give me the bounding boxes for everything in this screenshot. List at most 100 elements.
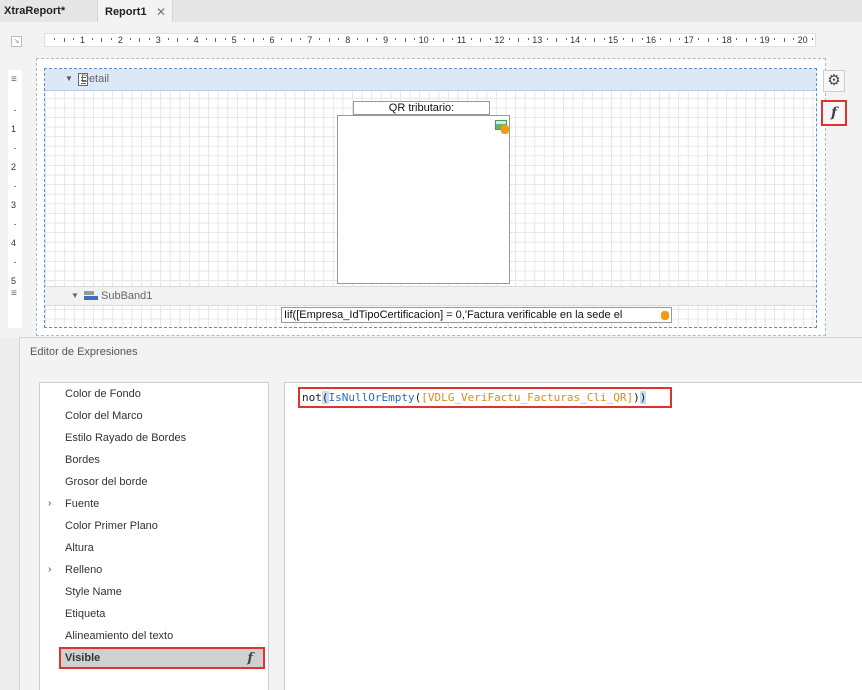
property-label: Grosor del borde [65,476,148,488]
ruler-tick [527,38,529,40]
ruler-tick [73,38,75,40]
code-field: [VDLG_VeriFactu_Facturas_Cli_QR] [421,391,634,404]
ruler-tick [14,110,16,111]
ruler-number: 7 [307,35,313,45]
chevron-right-icon[interactable]: › [48,493,51,515]
ruler-tick [404,38,406,42]
property-item-style-name[interactable]: Style Name [40,581,268,603]
ruler-number: 13 [532,35,543,45]
detail-band-header[interactable]: ▼ Detail [45,69,816,91]
ruler-tick [14,148,16,149]
property-item-alineamiento-del-texto[interactable]: Alineamiento del texto [40,625,268,647]
ruler-tick [518,38,520,42]
expression-fx-icon[interactable]: f [247,650,253,668]
qr-label-control[interactable]: QR tributario: [353,101,490,115]
vertical-ruler: ≡ ≡ 1 2 3 4 5 [8,70,22,328]
property-item-bordes[interactable]: Bordes [40,449,268,471]
property-item-color-del-marco[interactable]: Color del Marco [40,405,268,427]
band-handle-icon[interactable]: ≡ [11,288,17,299]
collapse-triangle-icon[interactable]: ▼ [71,291,79,300]
ruler-tick [281,38,283,40]
chevron-right-icon[interactable]: › [48,559,51,581]
ruler-number: 3 [155,35,161,45]
expression-code-line[interactable]: not(IsNullOrEmpty([VDLG_VeriFactu_Factur… [298,387,672,408]
ruler-tick [253,38,255,42]
property-item-fuente[interactable]: › Fuente [40,493,268,515]
ruler-tick [783,38,785,42]
ruler-tick [717,38,719,40]
property-item-altura[interactable]: Altura [40,537,268,559]
ruler-tick [812,38,814,40]
ruler-tick [290,38,292,42]
ruler-tick [546,38,548,40]
ruler-tick [584,38,586,40]
ruler-tick [366,38,368,42]
property-item-etiqueta[interactable]: Etiqueta [40,603,268,625]
ruler-tick [755,38,757,40]
ruler-number: 2 [11,162,17,172]
property-item-relleno[interactable]: › Relleno [40,559,268,581]
property-label: Color de Fondo [65,388,141,400]
qr-picture-box[interactable] [337,115,510,284]
band-handle-icon[interactable]: ≡ [11,74,17,85]
property-item-color-de-fondo[interactable]: Color de Fondo [40,383,268,405]
ruler-tick [186,38,188,40]
ruler-number: 17 [683,35,694,45]
expression-code-area[interactable]: not(IsNullOrEmpty([VDLG_VeriFactu_Factur… [284,382,862,690]
ruler-tick [215,38,217,42]
ruler-number: 2 [117,35,123,45]
ruler-number: 12 [494,35,505,45]
detail-band[interactable]: ▼ Detail QR tributario: ▼ SubBand1 Iif([… [44,68,817,328]
tab-xtrareport[interactable]: XtraReport* [4,0,96,22]
ruler-tick [129,38,131,40]
database-binding-icon [501,125,509,134]
subband-header[interactable]: ▼ SubBand1 [45,286,816,306]
code-function: IsNullOrEmpty [328,391,415,404]
ruler-tick [698,38,700,40]
ruler-tick [300,38,302,40]
ruler-tick [177,38,179,42]
ruler-number: 1 [79,35,86,45]
property-item-visible[interactable]: Visible f [59,647,265,669]
property-label: Estilo Rayado de Bordes [65,432,187,444]
close-icon[interactable]: ✕ [156,5,166,19]
ruler-tick [205,38,207,40]
ruler-tick [452,38,454,40]
ruler-tick [14,186,16,187]
expression-label-text: Iif([Empresa_IdTipoCertificacion] = 0,'F… [284,309,623,321]
property-label: Bordes [65,454,100,466]
property-item-grosor-del-borde[interactable]: Grosor del borde [40,471,268,493]
ruler-number: 14 [570,35,581,45]
code-paren: ) [639,391,647,404]
ruler-tick [262,38,264,40]
collapse-triangle-icon[interactable]: ▼ [65,74,73,83]
ruler-tick [774,38,776,40]
horizontal-ruler: 1 2 3 4 5 6 7 8 9 10 11 12 13 14 15 16 17 18 19 20 [44,33,816,47]
ruler-tick [63,38,65,42]
tab-report1[interactable]: Report1 ✕ [97,0,173,23]
ruler-number: 4 [193,35,199,45]
property-item-color-primer-plano[interactable]: Color Primer Plano [40,515,268,537]
gear-icon[interactable]: ⚙ [823,70,845,92]
ruler-tick [243,38,245,40]
editor-title: Editor de Expresiones [30,346,138,358]
ruler-tick [91,38,93,40]
expression-fx-icon[interactable]: f [821,100,847,126]
ruler-number: 19 [759,35,770,45]
subband-label: SubBand1 [101,290,153,302]
ruler-tick [338,38,340,40]
ruler-number: 18 [721,35,732,45]
expression-label-control[interactable]: Iif([Empresa_IdTipoCertificacion] = 0,'F… [281,307,672,323]
ruler-tick [603,38,605,40]
property-item-estilo-rayado-de-bordes[interactable]: Estilo Rayado de Bordes [40,427,268,449]
ruler-corner-icon[interactable]: ↘ [11,36,22,47]
ruler-tick [632,38,634,42]
ruler-tick [470,38,472,40]
property-label: Style Name [65,586,122,598]
ruler-tick [508,38,510,40]
ruler-number: 4 [11,238,17,248]
ruler-tick [745,38,747,42]
ruler-tick [319,38,321,40]
ruler-tick [679,38,681,40]
ruler-tick [110,38,112,40]
